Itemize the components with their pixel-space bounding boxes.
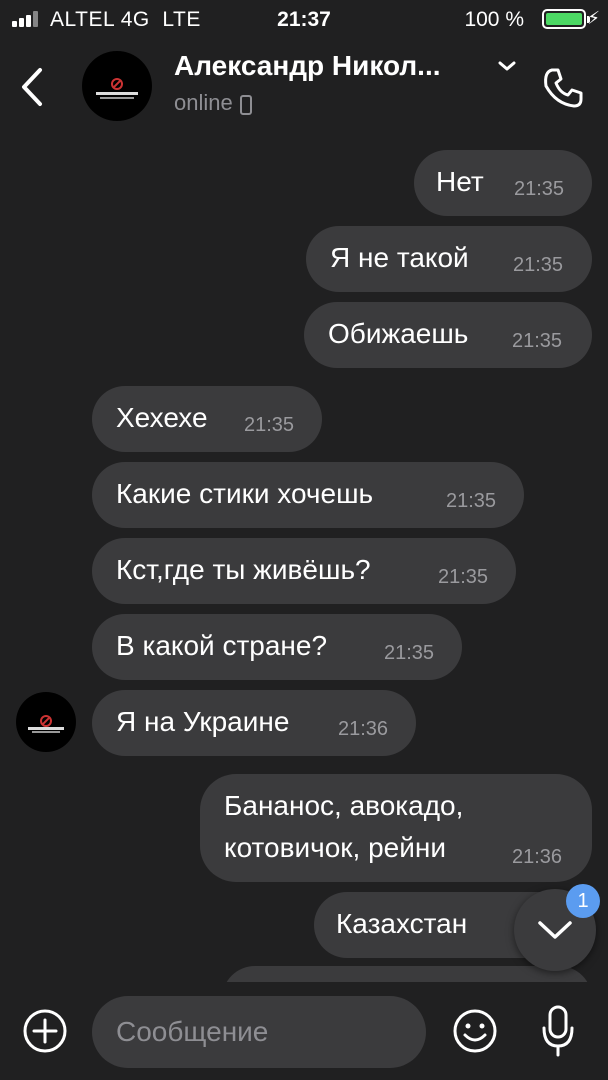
message-time: 21:35 — [384, 642, 435, 664]
composer-bar: Сообщение — [0, 982, 608, 1080]
chevron-down-icon[interactable] — [494, 56, 520, 76]
message-bubble-incoming[interactable]: Кст,где ты живёшь? 21:35 — [92, 538, 516, 604]
message-input[interactable]: Сообщение — [92, 996, 426, 1068]
message-text-line: котовичок, рейни — [224, 832, 446, 863]
back-icon[interactable] — [14, 62, 54, 112]
battery-percent: 100 % — [464, 8, 524, 31]
message-text: Какие стики хочешь — [116, 478, 374, 509]
sender-avatar[interactable] — [16, 692, 76, 752]
message-input-placeholder: Сообщение — [116, 1016, 269, 1047]
unread-badge: 1 — [566, 884, 600, 918]
message-text: Хехехе — [116, 402, 208, 433]
message-bubble-incoming[interactable]: Я на Украине 21:36 — [92, 690, 416, 756]
message-time: 21:35 — [446, 490, 497, 512]
message-time: 21:35 — [438, 566, 489, 588]
message-text: В какой стране? — [116, 630, 328, 661]
message-text: Нет — [436, 166, 484, 197]
message-time: 21:35 — [514, 178, 565, 200]
message-bubble-outgoing[interactable]: Нет 21:35 — [414, 150, 592, 216]
microphone-icon[interactable] — [540, 1004, 576, 1058]
message-time: 21:35 — [512, 330, 563, 352]
plus-icon[interactable] — [22, 1008, 68, 1054]
message-text: Казахстан — [336, 908, 468, 939]
message-time: 21:36 — [512, 846, 563, 868]
contact-name[interactable]: Александр Никол... — [174, 50, 441, 82]
message-bubble-outgoing[interactable]: Я не такой 21:35 — [306, 226, 592, 292]
message-time: 21:36 — [338, 718, 389, 740]
contact-status: online — [174, 90, 233, 115]
message-bubble-outgoing[interactable]: Обижаешь 21:35 — [304, 302, 592, 368]
message-text-line: Бананос, авокадо, — [224, 790, 464, 821]
phone-call-icon[interactable] — [538, 64, 586, 112]
message-text: Я не такой — [330, 242, 469, 273]
battery-icon — [542, 9, 590, 29]
message-text: Я на Украине — [116, 706, 290, 737]
message-bubble-incoming[interactable]: Хехехе 21:35 — [92, 386, 322, 452]
message-bubble-incoming[interactable]: Какие стики хочешь 21:35 — [92, 462, 524, 528]
message-text: Кст,где ты живёшь? — [116, 554, 371, 585]
chat-header: Александр Никол... online — [0, 40, 608, 130]
emoji-icon[interactable] — [452, 1008, 498, 1054]
mobile-device-icon — [240, 95, 252, 115]
contact-avatar[interactable] — [82, 51, 152, 121]
message-bubble-outgoing[interactable]: Бананос, авокадо, котовичок, рейни 21:36 — [200, 774, 592, 882]
message-bubble-incoming[interactable]: В какой стране? 21:35 — [92, 614, 462, 680]
status-bar: ALTEL 4G LTE 21:37 100 % ⚡ — [0, 0, 608, 40]
charging-icon: ⚡ — [587, 8, 600, 28]
message-time: 21:35 — [244, 414, 295, 436]
message-text: Обижаешь — [328, 318, 469, 349]
message-time: 21:35 — [513, 254, 564, 276]
